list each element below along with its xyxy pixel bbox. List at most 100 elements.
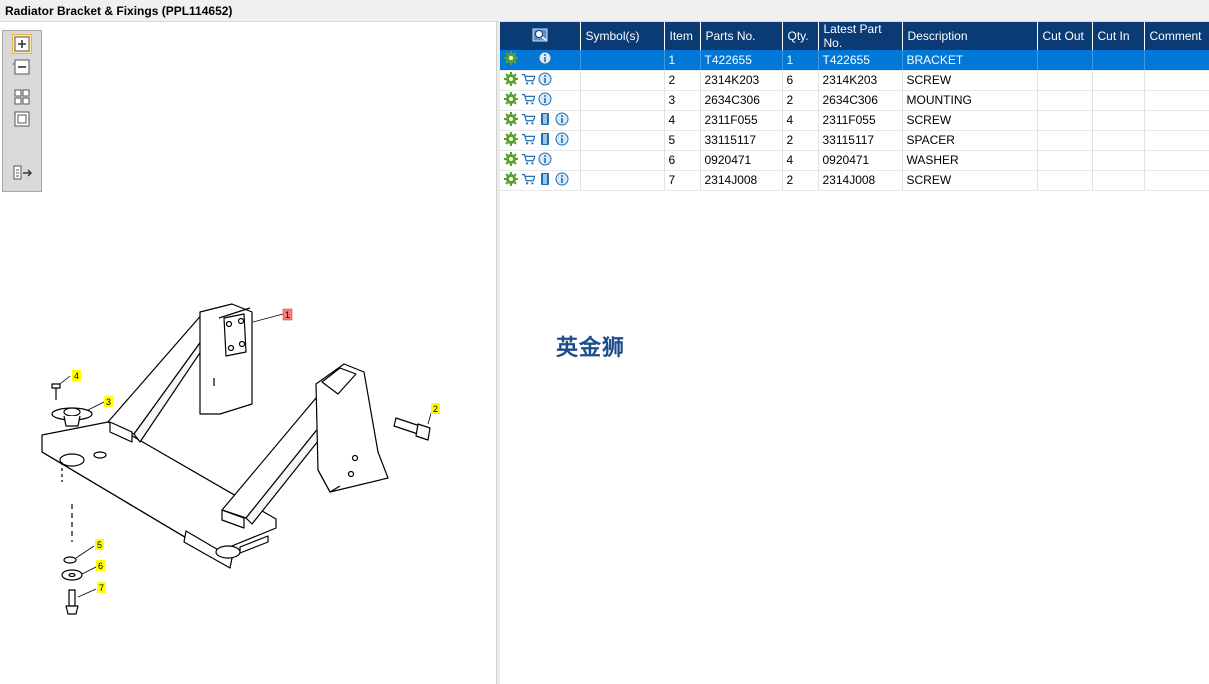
cell-symbols [580, 130, 665, 151]
table-row[interactable]: 7 2314J008 2 2314J008 SCREW [500, 170, 1209, 191]
cell-parts-no: 0920471 [700, 150, 783, 171]
cell-item: 2 [664, 70, 701, 91]
search-parts-icon[interactable] [532, 28, 548, 42]
cell-item: 7 [664, 170, 701, 191]
column-header-comment[interactable]: Comment [1144, 22, 1209, 50]
column-header-cut-in[interactable]: Cut In [1092, 22, 1145, 50]
cell-cut-in [1092, 130, 1145, 151]
gear-icon[interactable] [504, 91, 518, 109]
book-icon[interactable] [538, 172, 552, 189]
cell-qty: 1 [782, 50, 819, 71]
gear-icon[interactable] [504, 171, 518, 189]
cell-latest-part-no: T422655 [818, 50, 903, 71]
column-header-tools[interactable] [500, 22, 581, 50]
info-icon[interactable] [555, 112, 569, 129]
cell-qty: 4 [782, 150, 819, 171]
cell-actions [500, 110, 581, 131]
table-row[interactable]: 2 2314K203 6 2314K203 SCREW [500, 70, 1209, 91]
cell-actions [500, 150, 581, 171]
window-title: Radiator Bracket & Fixings (PPL114652) [5, 4, 233, 18]
gear-icon[interactable] [504, 71, 518, 89]
cell-actions [500, 170, 581, 191]
table-row[interactable]: 5 33115117 2 33115117 SPACER [500, 130, 1209, 151]
parts-table-body: 1 T422655 1 T422655 BRACKET 2 2314K203 6 2314K20… [500, 50, 1209, 191]
column-header-latest-part-no[interactable]: Latest Part No. [818, 22, 903, 50]
column-header-cut-out[interactable]: Cut Out [1037, 22, 1093, 50]
info-icon[interactable] [538, 72, 552, 89]
cell-actions [500, 130, 581, 151]
book-icon[interactable] [538, 132, 552, 149]
cell-comment [1144, 70, 1209, 91]
cell-symbols [580, 150, 665, 171]
cell-cut-in [1092, 50, 1145, 71]
cell-latest-part-no: 33115117 [818, 130, 903, 151]
cell-latest-part-no: 2314J008 [818, 170, 903, 191]
column-header-parts-no[interactable]: Parts No. [700, 22, 783, 50]
cell-description: SCREW [902, 110, 1038, 131]
cell-comment [1144, 170, 1209, 191]
cell-cut-in [1092, 150, 1145, 171]
table-row[interactable]: 1 T422655 1 T422655 BRACKET [500, 50, 1209, 71]
info-icon[interactable] [538, 51, 552, 68]
cell-parts-no: 2314J008 [700, 170, 783, 191]
callout-7-label: 7 [99, 583, 104, 593]
cell-cut-out [1037, 50, 1093, 71]
cart-icon[interactable] [521, 72, 535, 89]
gear-icon[interactable] [504, 131, 518, 149]
cell-comment [1144, 130, 1209, 151]
table-header: Symbol(s) Item Parts No. Qty. Latest Par… [500, 22, 1209, 50]
title-bar: Radiator Bracket & Fixings (PPL114652) [0, 0, 1209, 22]
cart-icon[interactable] [521, 172, 535, 189]
callout-3-label: 3 [106, 397, 111, 407]
cart-icon[interactable] [521, 152, 535, 169]
cell-symbols [580, 170, 665, 191]
info-icon[interactable] [538, 152, 552, 169]
cart-icon[interactable] [521, 112, 535, 129]
column-header-qty[interactable]: Qty. [782, 22, 819, 50]
column-header-symbols[interactable]: Symbol(s) [580, 22, 665, 50]
gear-icon[interactable] [504, 111, 518, 129]
cart-icon[interactable] [521, 92, 535, 109]
column-header-item[interactable]: Item [664, 22, 701, 50]
cell-parts-no: 33115117 [700, 130, 783, 151]
table-row[interactable]: 6 0920471 4 0920471 WASHER [500, 150, 1209, 171]
cell-qty: 2 [782, 90, 819, 111]
gear-icon[interactable] [504, 151, 518, 169]
info-icon[interactable] [555, 172, 569, 189]
cell-item: 1 [664, 50, 701, 71]
cell-cut-out [1037, 130, 1093, 151]
cell-item: 5 [664, 130, 701, 151]
table-row[interactable]: 4 2311F055 4 2311F055 SCREW [500, 110, 1209, 131]
cell-cut-in [1092, 170, 1145, 191]
cart-icon[interactable] [521, 132, 535, 149]
callout-5-label: 5 [97, 540, 102, 550]
cell-symbols [580, 50, 665, 71]
cell-cut-out [1037, 70, 1093, 91]
cart-icon[interactable] [521, 51, 535, 68]
cell-description: SCREW [902, 170, 1038, 191]
cell-description: WASHER [902, 150, 1038, 171]
column-header-description[interactable]: Description [902, 22, 1038, 50]
cell-description: MOUNTING [902, 90, 1038, 111]
cell-actions [500, 50, 581, 71]
table-row[interactable]: 3 2634C306 2 2634C306 MOUNTING [500, 90, 1209, 111]
cell-cut-in [1092, 110, 1145, 131]
info-icon[interactable] [555, 132, 569, 149]
cell-cut-in [1092, 70, 1145, 91]
callout-6-label: 6 [98, 561, 103, 571]
cell-latest-part-no: 2311F055 [818, 110, 903, 131]
book-icon[interactable] [538, 112, 552, 129]
cell-item: 3 [664, 90, 701, 111]
exploded-parts-diagram: 1 2 3 4 5 6 7 [41, 303, 440, 615]
gear-icon[interactable] [504, 51, 518, 68]
cell-actions [500, 90, 581, 111]
cell-item: 4 [664, 110, 701, 131]
cell-qty: 2 [782, 170, 819, 191]
cell-qty: 6 [782, 70, 819, 91]
cell-symbols [580, 110, 665, 131]
cell-comment [1144, 50, 1209, 71]
cell-parts-no: T422655 [700, 50, 783, 71]
diagram-panel[interactable]: 1 2 3 4 5 6 7 [0, 22, 496, 684]
callout-2-label: 2 [433, 404, 438, 414]
info-icon[interactable] [538, 92, 552, 109]
